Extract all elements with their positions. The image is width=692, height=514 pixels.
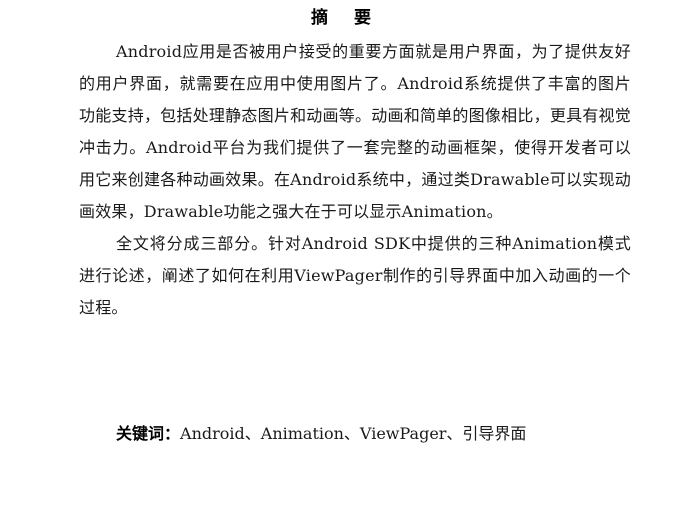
abstract-title: 摘 要 xyxy=(311,8,381,28)
keywords-line: 关键词：Android、Animation、ViewPager、引导界面 xyxy=(116,420,526,448)
abstract-paragraph-1: Android应用是否被用户接受的重要方面就是用户界面，为了提供友好的用户界面，… xyxy=(79,42,631,221)
keywords-list: Android、Animation、ViewPager、引导界面 xyxy=(180,424,527,443)
document-page: 摘 要 Android应用是否被用户接受的重要方面就是用户界面，为了提供友好的用… xyxy=(0,0,692,514)
abstract-body: Android应用是否被用户接受的重要方面就是用户界面，为了提供友好的用户界面，… xyxy=(79,36,631,324)
keywords-label: 关键词： xyxy=(116,424,181,443)
abstract-paragraph-2: 全文将分成三部分。针对Android SDK中提供的三种Animation模式进… xyxy=(79,234,631,317)
